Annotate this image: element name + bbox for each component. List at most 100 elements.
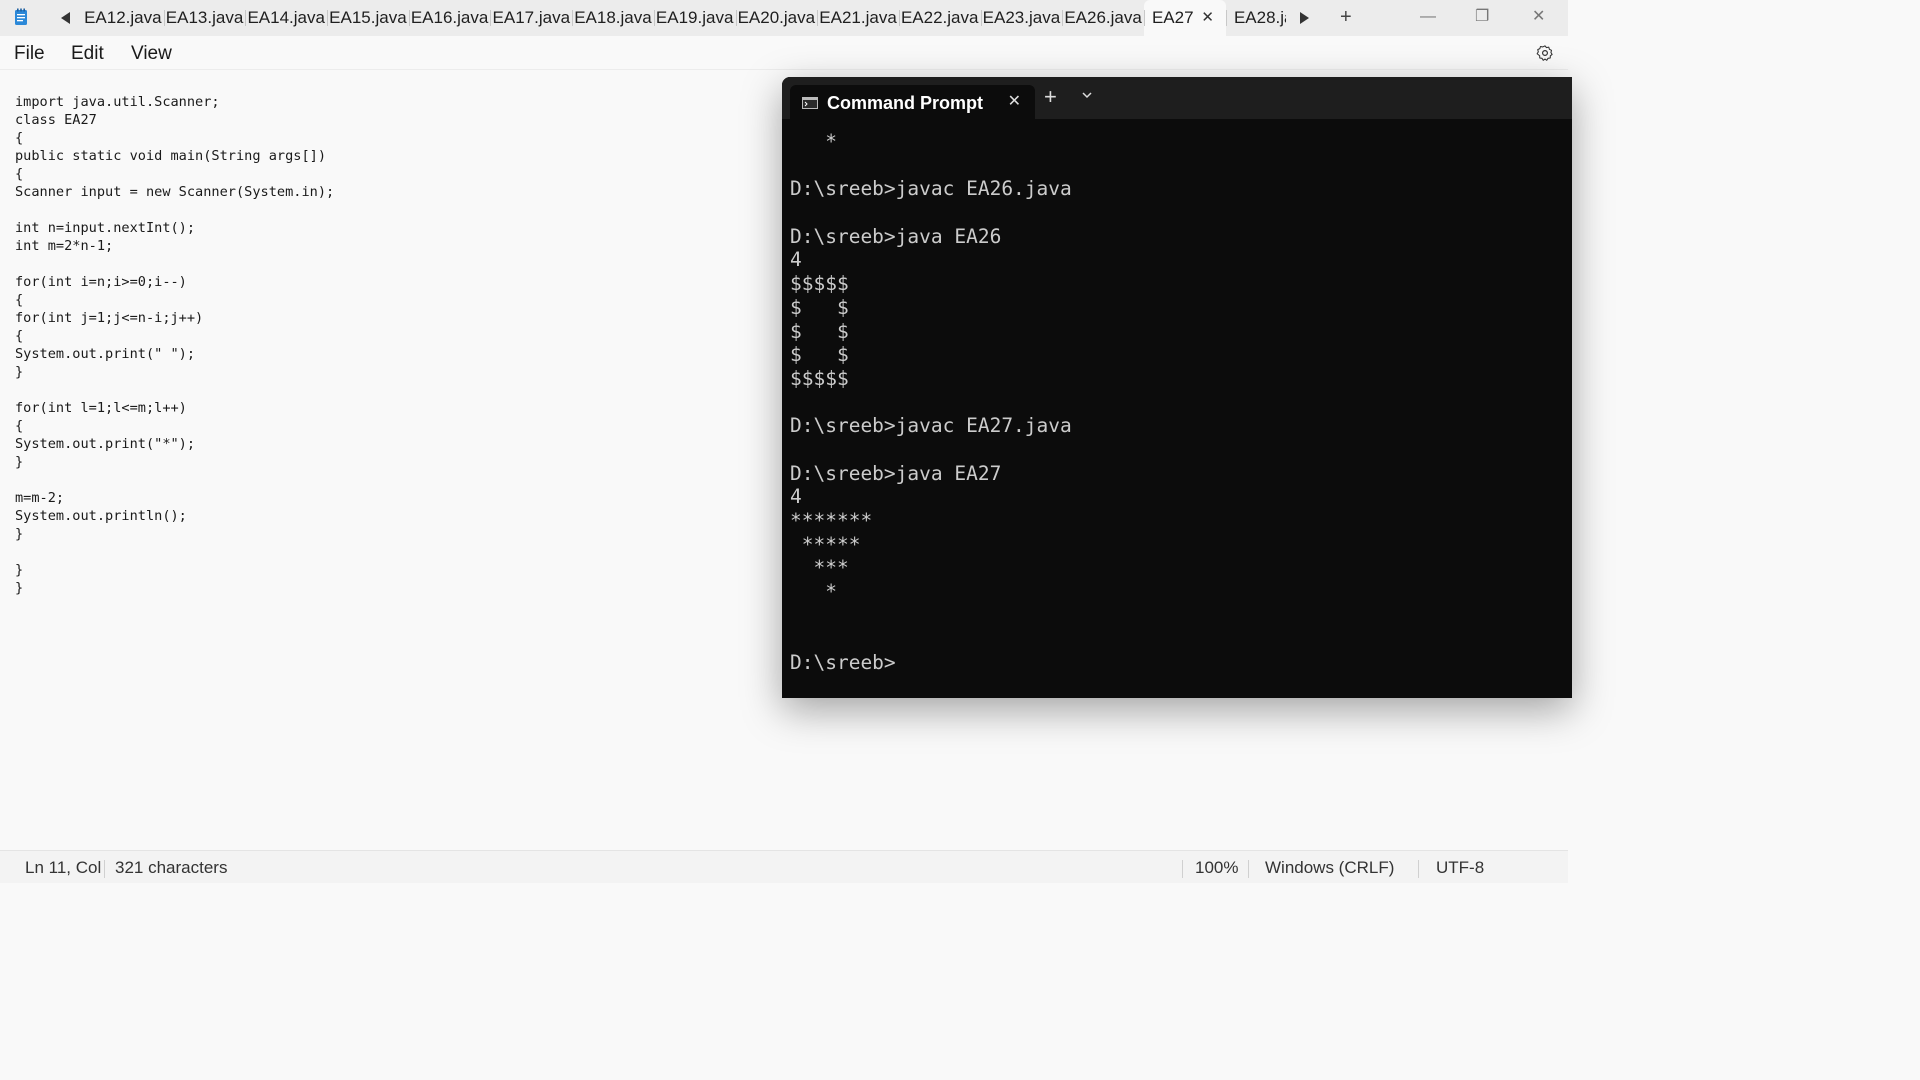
terminal-line: $ $ <box>790 343 849 367</box>
code-line: import java.util.Scanner; <box>15 94 220 110</box>
gear-icon[interactable] <box>1536 44 1554 62</box>
terminal-line: D:\sreeb>java EA27 <box>790 461 1002 485</box>
terminal-line: 4 <box>790 485 802 509</box>
status-divider <box>1418 860 1419 878</box>
close-terminal-tab-icon[interactable]: ✕ <box>1008 91 1021 111</box>
terminal-line: $ $ <box>790 295 849 319</box>
tab[interactable]: EA28.java <box>1225 0 1286 36</box>
code-line: public static void main(String args[]) <box>15 148 326 164</box>
terminal-line: D:\sreeb>javac EA27.java <box>790 414 1072 438</box>
active-tab-label: EA27 <box>1151 8 1194 27</box>
tab[interactable]: EA12.java <box>82 0 164 36</box>
code-line: { <box>15 166 24 182</box>
tab[interactable]: EA13.java <box>163 0 246 36</box>
notepad-icon <box>15 8 27 25</box>
menu-file[interactable]: File <box>14 43 45 65</box>
code-line: { <box>15 130 24 146</box>
terminal-line: $$$$$ <box>790 366 849 390</box>
status-divider <box>104 860 105 878</box>
new-tab-plus-icon[interactable]: + <box>1340 0 1352 36</box>
encoding[interactable]: UTF-8 <box>1436 858 1484 878</box>
status-divider <box>1248 860 1249 878</box>
tab-strip: EA12.java EA13.java EA14.java EA15.java … <box>82 0 1286 36</box>
scroll-tabs-right-icon[interactable] <box>1296 9 1312 27</box>
code-line: { <box>15 328 24 344</box>
terminal-icon <box>802 97 818 109</box>
terminal-line: * <box>790 130 837 153</box>
cursor-position[interactable]: Ln 11, Col <box>25 858 101 878</box>
terminal-line: * <box>790 580 837 604</box>
tab[interactable]: EA19.java <box>653 0 736 36</box>
zoom-level[interactable]: 100% <box>1195 858 1238 878</box>
code-line: System.out.print(" "); <box>15 346 196 362</box>
code-line: System.out.println(); <box>15 508 187 524</box>
code-line: int n=input.nextInt(); <box>15 220 196 236</box>
code-line: } <box>15 562 24 578</box>
code-line: for(int j=1;j<=n-i;j++) <box>15 310 204 326</box>
code-line: } <box>15 580 24 596</box>
tab[interactable]: EA17.java <box>490 0 572 36</box>
terminal-line: ***** <box>790 532 861 556</box>
terminal-line: $ $ <box>790 319 849 343</box>
terminal-titlebar[interactable]: Command Prompt ✕ + <box>782 77 1572 119</box>
close-tab-icon[interactable]: ✕ <box>1201 0 1214 36</box>
tab-active[interactable]: EA27 ✕ <box>1143 0 1226 36</box>
terminal-line: D:\sreeb>javac EA26.java <box>790 177 1072 201</box>
line-ending[interactable]: Windows (CRLF) <box>1265 858 1394 878</box>
tab[interactable]: EA16.java <box>408 0 491 36</box>
code-line: } <box>15 364 24 380</box>
code-line: Scanner input = new Scanner(System.in); <box>15 184 335 200</box>
text-editor[interactable]: import java.util.Scanner; class EA27 { p… <box>15 93 775 843</box>
terminal-line: ******* <box>790 509 873 532</box>
terminal-output[interactable]: * D:\sreeb>javac EA26.java D:\sreeb>java… <box>790 130 1072 675</box>
code-line: class EA27 <box>15 112 97 128</box>
tab[interactable]: EA22.java <box>898 0 981 36</box>
code-line: int m=2*n-1; <box>15 238 114 254</box>
terminal-line: 4 <box>790 248 802 272</box>
tab[interactable]: EA20.java <box>735 0 818 36</box>
code-line: System.out.print("*"); <box>15 436 196 452</box>
command-prompt-window[interactable]: Command Prompt ✕ + * D:\sreeb>javac EA26… <box>782 77 1572 698</box>
code-line: } <box>15 526 24 542</box>
tab[interactable]: EA14.java <box>245 0 327 36</box>
code-line: m=m-2; <box>15 490 65 506</box>
chevron-down-icon[interactable] <box>1081 90 1093 100</box>
close-window-icon[interactable]: ✕ <box>1532 0 1545 36</box>
character-count: 321 characters <box>115 858 228 877</box>
code-line: for(int i=n;i>=0;i--) <box>15 274 187 290</box>
code-line: for(int l=1;l<=m;l++) <box>15 400 187 416</box>
tab-bar: EA12.java EA13.java EA14.java EA15.java … <box>0 0 1568 36</box>
terminal-line: D:\sreeb>java EA26 <box>790 224 1002 248</box>
tab[interactable]: EA21.java <box>817 0 899 36</box>
scroll-tabs-left-icon[interactable] <box>58 9 74 27</box>
minimize-icon[interactable]: — <box>1420 0 1436 36</box>
tab[interactable]: EA26.java <box>1062 0 1144 36</box>
terminal-tab[interactable]: Command Prompt ✕ <box>790 85 1035 119</box>
terminal-tab-title: Command Prompt <box>827 93 984 113</box>
tab[interactable]: EA18.java <box>572 0 654 36</box>
terminal-line: *** <box>790 556 849 580</box>
status-divider <box>1182 860 1183 878</box>
menu-edit[interactable]: Edit <box>71 43 104 65</box>
tab[interactable]: EA23.java <box>980 0 1063 36</box>
new-terminal-tab-icon[interactable]: + <box>1044 86 1057 108</box>
restore-icon[interactable]: ❐ <box>1475 0 1489 36</box>
code-line: } <box>15 454 24 470</box>
code-line: { <box>15 418 24 434</box>
menu-view[interactable]: View <box>131 43 172 65</box>
menu-bar: File Edit View <box>0 36 1568 70</box>
code-line: { <box>15 292 24 308</box>
terminal-line: $$$$$ <box>790 272 849 296</box>
tab[interactable]: EA15.java <box>327 0 409 36</box>
